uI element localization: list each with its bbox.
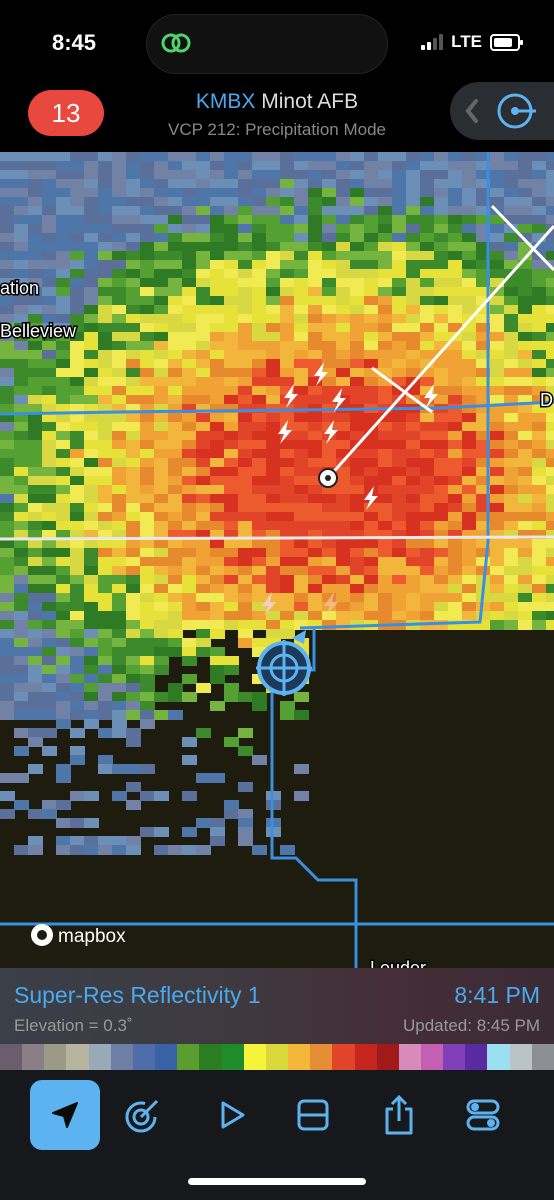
radar-button[interactable]: [108, 1080, 178, 1150]
updated-time: Updated: 8:45 PM: [402, 1016, 540, 1035]
dynamic-island: [146, 14, 388, 74]
colorbar-swatch: [177, 1044, 200, 1070]
network-type: LTE: [451, 32, 482, 51]
colorbar-swatch: [132, 1044, 156, 1070]
scan-time: 8:41 PM: [454, 982, 540, 1008]
settings-toggle-button[interactable]: [448, 1080, 518, 1150]
colorbar-swatch: [310, 1044, 333, 1070]
colorbar-swatch: [288, 1044, 311, 1070]
colorbar-swatch: [531, 1044, 554, 1070]
home-indicator: [188, 1178, 366, 1185]
split-view-button[interactable]: [278, 1080, 348, 1150]
map-label-belleview: Belleview: [0, 321, 77, 341]
colorbar-swatch: [354, 1044, 377, 1070]
product-info-panel[interactable]: Super-Res Reflectivity 1 Elevation = 0.3…: [0, 968, 554, 1044]
map-label-d: D: [540, 390, 553, 410]
colorbar-swatch: [199, 1044, 222, 1070]
share-button[interactable]: [364, 1080, 434, 1150]
colorbar-swatch: [509, 1044, 532, 1070]
map-label-ation: ation: [0, 278, 39, 298]
colorbar-swatch: [66, 1044, 89, 1070]
radar-map[interactable]: ation Belleview D Louder mapbox: [0, 152, 554, 970]
colorbar-swatch: [465, 1044, 488, 1070]
radar-header: 13 KMBX Minot AFB VCP 212: Precipitation…: [0, 80, 554, 150]
station-name: Minot AFB: [261, 90, 359, 113]
signal-icon: [421, 34, 444, 50]
station-nav-pill[interactable]: [450, 82, 554, 140]
highway-line: [0, 535, 554, 541]
colorbar-swatch: [88, 1044, 111, 1070]
colorbar-swatch: [0, 1044, 23, 1070]
elevation-label: Elevation = 0.3˚: [14, 1016, 133, 1035]
battery-icon: [490, 33, 523, 51]
colorbar-swatch: [155, 1044, 178, 1070]
colorbar-swatch: [22, 1044, 45, 1070]
colorbar-swatch: [265, 1044, 289, 1070]
colorbar-swatch: [398, 1044, 421, 1070]
colorbar-swatch: [420, 1044, 444, 1070]
share-icon[interactable]: [379, 1093, 419, 1137]
colorbar-swatch: [243, 1044, 266, 1070]
locate-button[interactable]: [30, 1080, 100, 1150]
status-bar: 8:45 LTE: [0, 0, 554, 90]
settings-toggle-icon[interactable]: [463, 1095, 503, 1135]
colorbar-swatch: [487, 1044, 510, 1070]
status-indicators: LTE: [421, 32, 523, 52]
radar-map-canvas[interactable]: ation Belleview D Louder mapbox: [0, 152, 554, 970]
chevron-left-icon[interactable]: [464, 98, 480, 124]
colorbar-swatch: [443, 1044, 466, 1070]
locate-icon[interactable]: [45, 1095, 85, 1135]
colorbar-swatch: [376, 1044, 399, 1070]
reflectivity-colorbar: [0, 1044, 554, 1070]
product-name[interactable]: Super-Res Reflectivity 1: [14, 982, 261, 1009]
colorbar-swatch: [110, 1044, 133, 1070]
colorbar-swatch: [44, 1044, 67, 1070]
colorbar-swatch: [332, 1044, 355, 1070]
link-icon: [161, 33, 191, 53]
colorbar-swatch: [221, 1044, 244, 1070]
mapbox-attribution: mapbox: [58, 926, 126, 947]
split-view-icon[interactable]: [293, 1095, 333, 1135]
play-button[interactable]: [196, 1080, 266, 1150]
station-code: KMBX: [195, 90, 256, 113]
status-time: 8:45: [52, 30, 97, 55]
station-target-icon[interactable]: [494, 90, 536, 132]
play-icon[interactable]: [211, 1095, 251, 1135]
radar-icon[interactable]: [121, 1093, 165, 1137]
